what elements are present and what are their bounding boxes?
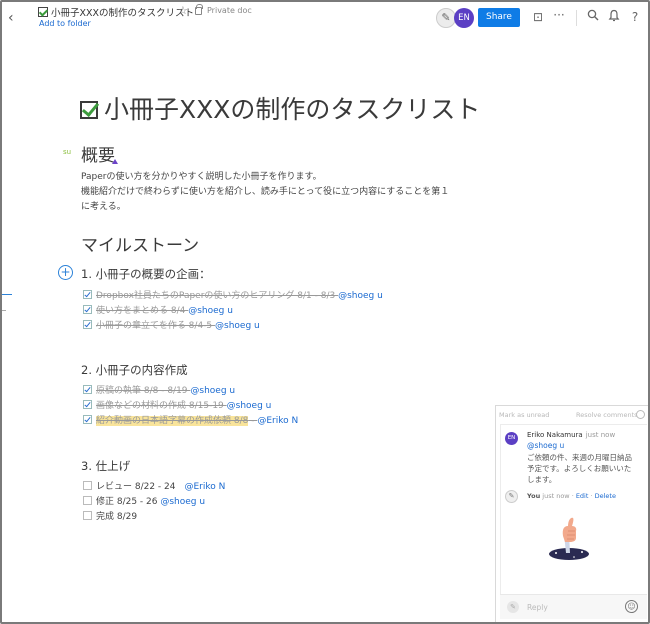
- task-text: 使い方をまとめる 8/4: [96, 306, 189, 316]
- mention-link[interactable]: @shoeg u: [338, 291, 383, 301]
- task-item[interactable]: 小冊子の章立てを作る 8/4-5 @shoeg u: [83, 320, 260, 332]
- comment-panel: Mark as unread Resolve comments EN Eriko…: [495, 405, 648, 622]
- checked-checkbox[interactable]: [83, 290, 92, 299]
- unchecked-checkbox[interactable]: [83, 511, 92, 520]
- resolve-check-icon[interactable]: [636, 410, 645, 419]
- task-item[interactable]: 完成 8/29: [83, 511, 137, 523]
- comment-mention[interactable]: @shoeg u: [527, 441, 564, 450]
- lock-icon: [195, 4, 203, 15]
- bell-icon[interactable]: [606, 9, 622, 25]
- delete-link[interactable]: Delete: [595, 492, 616, 500]
- overview-line-1[interactable]: Paperの使い方を分かりやすく説明した小冊子を作ります。: [81, 169, 322, 182]
- mention-link[interactable]: @Eriko N: [257, 416, 298, 426]
- collaborator-avatar[interactable]: EN: [454, 8, 474, 28]
- comment-body-line: ご依頼の件、来週の月曜日納品: [527, 453, 632, 462]
- checkbox-doc-icon: [38, 7, 48, 17]
- unchecked-checkbox[interactable]: [83, 481, 92, 490]
- task-item[interactable]: 原稿の執筆 8/8 - 8/19 @shoeg u: [83, 385, 235, 397]
- margin-marker: [2, 310, 6, 311]
- add-block-plus-icon[interactable]: +: [58, 265, 73, 280]
- mention-link[interactable]: @shoeg u: [215, 321, 260, 331]
- share-button[interactable]: Share: [478, 8, 520, 27]
- checked-checkbox[interactable]: [83, 385, 92, 394]
- reply-meta: You just now · Edit · Delete: [527, 492, 616, 500]
- comment-body-line: します。: [527, 475, 557, 484]
- section-heading[interactable]: 2. 小冊子の内容作成: [81, 362, 188, 378]
- mention-link[interactable]: @Eriko N: [185, 482, 226, 492]
- mark-unread-link[interactable]: Mark as unread: [499, 411, 549, 419]
- comment-time: just now: [585, 431, 616, 439]
- back-chevron-icon[interactable]: ‹: [8, 10, 22, 26]
- checked-checkbox[interactable]: [83, 400, 92, 409]
- reply-time: just now: [542, 492, 570, 500]
- milestones-heading[interactable]: マイルストーン: [81, 231, 199, 256]
- help-icon[interactable]: ?: [627, 9, 643, 25]
- task-text: Dropbox社員たちのPaperの使い方のヒアリング 8/1 - 8/3: [96, 291, 339, 301]
- document-title-text: 小冊子XXXの制作のタスクリスト: [104, 95, 481, 124]
- task-text: 画像などの材料の作成 8/15-19: [96, 401, 227, 411]
- margin-marker: [2, 294, 12, 295]
- reply-box[interactable]: ✎ Reply ☺: [500, 594, 647, 619]
- checked-checkbox[interactable]: [83, 305, 92, 314]
- title-checkbox-icon: [80, 101, 98, 119]
- task-item-commented[interactable]: 紹介動画の日本語字幕の作成依頼 8/8 - @Eriko N: [83, 415, 298, 427]
- mention-link[interactable]: @shoeg u: [160, 497, 205, 507]
- present-icon[interactable]: ⊡: [530, 9, 546, 25]
- collaborator-cursor-icon: [112, 159, 118, 164]
- task-text: 完成 8/29: [96, 512, 138, 522]
- toolbar-divider: [576, 10, 577, 26]
- mention-link[interactable]: @shoeg u: [190, 386, 235, 396]
- my-avatar[interactable]: ✎: [436, 8, 456, 28]
- mention-link[interactable]: @shoeg u: [227, 401, 272, 411]
- resolve-comments-link[interactable]: Resolve comments: [576, 411, 638, 419]
- task-text: 小冊子の章立てを作る 8/4-5: [96, 321, 216, 331]
- checked-checkbox[interactable]: [83, 320, 92, 329]
- top-bar: ‹ 小冊子XXXの制作のタスクリスト ☆ Private doc Add to …: [2, 2, 648, 36]
- task-item[interactable]: 使い方をまとめる 8/4 @shoeg u: [83, 305, 233, 317]
- emoji-icon[interactable]: ☺: [625, 600, 638, 613]
- task-item[interactable]: Dropbox社員たちのPaperの使い方のヒアリング 8/1 - 8/3 @s…: [83, 290, 383, 302]
- reply-avatar: ✎: [507, 601, 519, 613]
- comment-body-line: 予定です。よろしくお願いいた: [527, 464, 632, 473]
- section-heading[interactable]: 1. 小冊子の概要の企画：: [81, 266, 211, 282]
- highlighted-task-text[interactable]: 紹介動画の日本語字幕の作成依頼 8/8: [96, 416, 249, 426]
- overview-line-3[interactable]: に考える。: [81, 199, 126, 212]
- task-text: -: [248, 416, 258, 426]
- task-item[interactable]: 修正 8/25 - 26 @shoeg u: [83, 496, 205, 508]
- overview-line-2[interactable]: 機能紹介だけで終わらずに使い方を紹介し、読み手にとって役に立つ内容にすることを第…: [81, 184, 449, 197]
- mention-link[interactable]: @shoeg u: [188, 306, 233, 316]
- comment-author: Eriko Nakamura just now: [527, 431, 615, 439]
- document-title[interactable]: 小冊子XXXの制作のタスクリスト: [80, 90, 480, 126]
- comment-author-name: Eriko Nakamura: [527, 431, 583, 439]
- task-text: レビュー 8/22 - 24: [96, 482, 185, 492]
- app-window: ‹ 小冊子XXXの制作のタスクリスト ☆ Private doc Add to …: [0, 0, 650, 624]
- comment-author-avatar: EN: [505, 432, 518, 445]
- task-item[interactable]: レビュー 8/22 - 24 @Eriko N: [83, 481, 225, 493]
- add-to-folder-link[interactable]: Add to folder: [39, 19, 91, 28]
- comment-thread: [500, 424, 647, 601]
- privacy-label[interactable]: Private doc: [207, 6, 252, 15]
- overview-heading[interactable]: 概要: [81, 141, 115, 166]
- edit-link[interactable]: Edit: [576, 492, 589, 500]
- thumbs-up-illustration: [549, 517, 589, 560]
- more-icon[interactable]: ···: [551, 7, 567, 23]
- task-item[interactable]: 画像などの材料の作成 8/15-19 @shoeg u: [83, 400, 271, 412]
- reply-input[interactable]: Reply: [527, 603, 548, 612]
- doc-title[interactable]: 小冊子XXXの制作のタスクリスト: [51, 5, 194, 19]
- search-icon[interactable]: [585, 9, 601, 25]
- unchecked-checkbox[interactable]: [83, 496, 92, 505]
- checked-checkbox[interactable]: [83, 415, 92, 424]
- task-text: 原稿の執筆 8/8 - 8/19: [96, 386, 191, 396]
- collaborator-cursor-label: su: [63, 148, 72, 156]
- reply-author: You: [527, 492, 541, 500]
- star-icon[interactable]: ☆: [178, 4, 188, 17]
- task-text: 修正 8/25 - 26: [96, 497, 161, 507]
- section-heading[interactable]: 3. 仕上げ: [81, 458, 130, 474]
- reply-author-avatar: ✎: [505, 490, 518, 503]
